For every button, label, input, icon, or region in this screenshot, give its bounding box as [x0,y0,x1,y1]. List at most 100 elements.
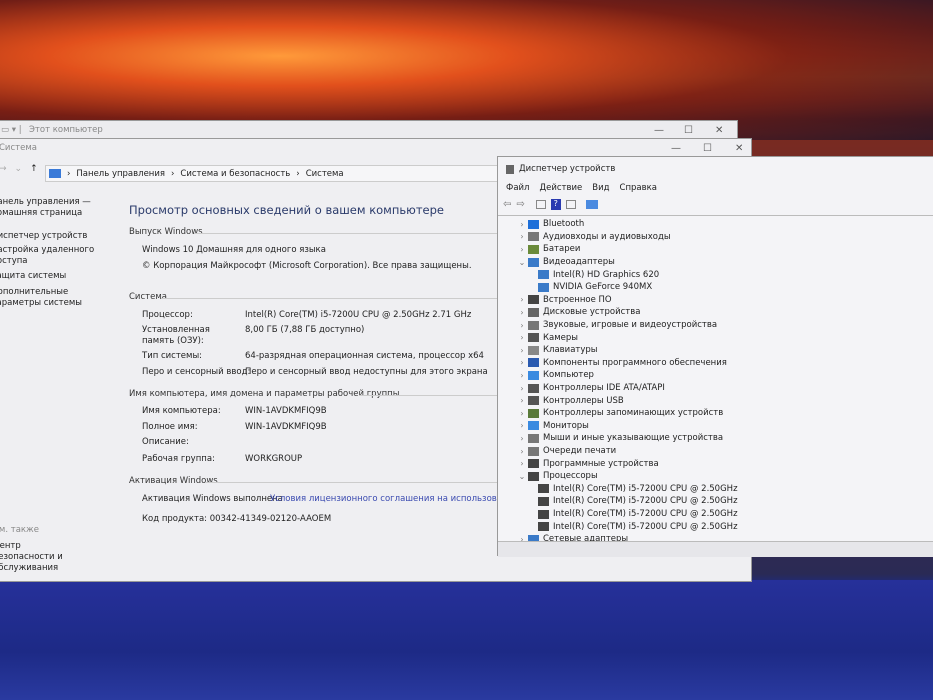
status-bar [498,541,933,557]
sidebar-link-protection[interactable]: Защита системы [0,271,111,287]
minimize-button[interactable]: — [654,125,664,136]
menu-help[interactable]: Справка [620,183,657,193]
device-tree-item[interactable]: › Сетевые адаптеры [516,533,628,541]
system-type-value: 64-разрядная операционная система, проце… [245,351,484,361]
device-category-icon [528,345,539,355]
expand-icon[interactable]: › [516,346,528,355]
minimize-button[interactable]: — [671,143,681,154]
close-button[interactable]: ✕ [735,143,743,154]
device-label: Компоненты программного обеспечения [543,357,727,368]
device-tree-item[interactable]: › Дисковые устройства [516,306,640,319]
expand-icon[interactable]: › [516,333,528,342]
window-title: Диспетчер устройств [519,164,616,174]
device-label: Контроллеры IDE ATA/ATAPI [543,383,665,394]
product-key: Код продукта: 00342-41349-02120-AAOEM [142,514,332,524]
device-label: Intel(R) Core(TM) i5-7200U CPU @ 2.50GHz [553,509,738,520]
device-tree-item[interactable]: ⌄ Видеоадаптеры [516,256,615,269]
expand-icon[interactable]: › [516,220,528,229]
update-driver-icon[interactable] [565,200,576,209]
pen-label: Перо и сенсорный ввод: [142,367,251,377]
expand-icon[interactable]: › [516,371,528,380]
help-icon[interactable]: ? [550,199,561,210]
expand-icon[interactable]: › [516,421,528,430]
device-tree-item[interactable]: › Батареи [516,243,580,256]
device-tree-item[interactable]: › Компьютер [516,369,594,382]
device-tree-item[interactable]: › Программные устройства [516,457,658,470]
forward-icon[interactable]: ⇨ [516,199,524,210]
device-tree-item[interactable]: Intel(R) Core(TM) i5-7200U CPU @ 2.50GHz [538,508,738,521]
device-tree-item[interactable]: Intel(R) HD Graphics 620 [538,268,659,281]
device-label: Компьютер [543,370,594,381]
device-tree-item[interactable]: › Контроллеры запоминающих устройств [516,407,723,420]
quick-access-icon[interactable]: ▭ ▾ | [1,125,22,135]
device-label: Intel(R) Core(TM) i5-7200U CPU @ 2.50GHz [553,483,738,494]
expand-icon[interactable]: › [516,409,528,418]
section-header: Система [129,292,167,302]
device-tree-item[interactable]: › Мыши и иные указывающие устройства [516,432,723,445]
up-icon[interactable]: ↑ [30,164,38,174]
device-category-icon [528,396,539,406]
device-tree-item[interactable]: › Очереди печати [516,445,616,458]
memory-label: Установленная память (ОЗУ): [142,325,210,346]
security-center-link[interactable]: Центр безопасности и обслуживания [0,541,83,574]
device-tree-item[interactable]: Intel(R) Core(TM) i5-7200U CPU @ 2.50GHz [538,483,738,496]
device-tree: › Bluetooth › Аудиовходы и аудиовыходы › Бата… [498,215,933,541]
expand-icon[interactable]: › [516,308,528,317]
back-icon[interactable]: ⇦ [503,199,511,210]
device-tree-item[interactable]: › Контроллеры IDE ATA/ATAPI [516,382,665,395]
device-tree-item[interactable]: › Мониторы [516,420,588,433]
device-tree-item[interactable]: Intel(R) Core(TM) i5-7200U CPU @ 2.50GHz [538,495,738,508]
breadcrumb-item[interactable]: Система и безопасность [180,169,290,179]
license-terms-link[interactable]: Условия лицензионного соглашения на испо… [270,494,532,504]
device-tree-item[interactable]: › Компоненты программного обеспечения [516,357,727,370]
expand-icon[interactable]: › [516,245,528,254]
device-tree-item[interactable]: › Клавиатуры [516,344,597,357]
workgroup-label: Рабочая группа: [142,454,215,464]
collapse-icon[interactable]: ⌄ [516,472,528,481]
device-tree-item[interactable]: › Аудиовходы и аудиовыходы [516,231,670,244]
expand-icon[interactable]: › [516,232,528,241]
device-tree-item[interactable]: › Камеры [516,331,578,344]
page-title: Просмотр основных сведений о вашем компь… [129,203,444,217]
maximize-button[interactable]: ☐ [703,143,712,154]
menu-file[interactable]: Файл [506,183,529,193]
menu-action[interactable]: Действие [539,183,582,193]
processor-value: Intel(R) Core(TM) i5-7200U CPU @ 2.50GHz… [245,310,472,320]
device-tree-item[interactable]: › Bluetooth [516,218,584,231]
expand-icon[interactable]: › [516,358,528,367]
expand-icon[interactable]: › [516,295,528,304]
expand-icon[interactable]: › [516,396,528,405]
computer-icon [49,169,61,178]
sidebar-link-home[interactable]: Панель управления — домашняя страница [0,197,111,231]
device-manager-window: Диспетчер устройств Файл Действие Вид Сп… [497,156,933,557]
device-tree-item[interactable]: NVIDIA GeForce 940MX [538,281,652,294]
see-also-label: См. также [0,525,39,535]
maximize-button[interactable]: ☐ [684,125,693,136]
expand-icon[interactable]: › [516,459,528,468]
sidebar-link-remote[interactable]: Настройка удаленного доступа [0,245,111,271]
close-button[interactable]: ✕ [715,125,723,136]
menu-view[interactable]: Вид [592,183,609,193]
sidebar-link-device-manager[interactable]: Диспетчер устройств [0,231,111,245]
properties-icon[interactable] [535,200,546,209]
forward-icon[interactable]: → [0,164,7,174]
device-tree-item[interactable]: ⌄ Процессоры [516,470,598,483]
collapse-icon[interactable]: ⌄ [516,258,528,267]
expand-icon[interactable]: › [516,434,528,443]
device-category-icon [538,484,549,494]
device-tree-item[interactable]: Intel(R) Core(TM) i5-7200U CPU @ 2.50GHz [538,520,738,533]
expand-icon[interactable]: › [516,384,528,393]
breadcrumb-item[interactable]: Панель управления [76,169,165,179]
device-tree-item[interactable]: › Звуковые, игровые и видеоустройства [516,319,717,332]
expand-icon[interactable]: › [516,321,528,330]
sidebar-link-advanced[interactable]: Дополнительные параметры системы [0,287,111,309]
device-tree-item[interactable]: › Встроенное ПО [516,294,611,307]
window-title: Система [0,143,37,153]
device-tree-item[interactable]: › Контроллеры USB [516,394,623,407]
breadcrumb-item[interactable]: Система [306,169,344,179]
device-category-icon [538,282,549,292]
expand-icon[interactable]: › [516,447,528,456]
computer-name-value: WIN-1AVDKMFIQ9B [245,406,327,416]
dropdown-icon[interactable]: ⌄ [15,164,23,174]
scan-hardware-icon[interactable] [585,200,598,209]
